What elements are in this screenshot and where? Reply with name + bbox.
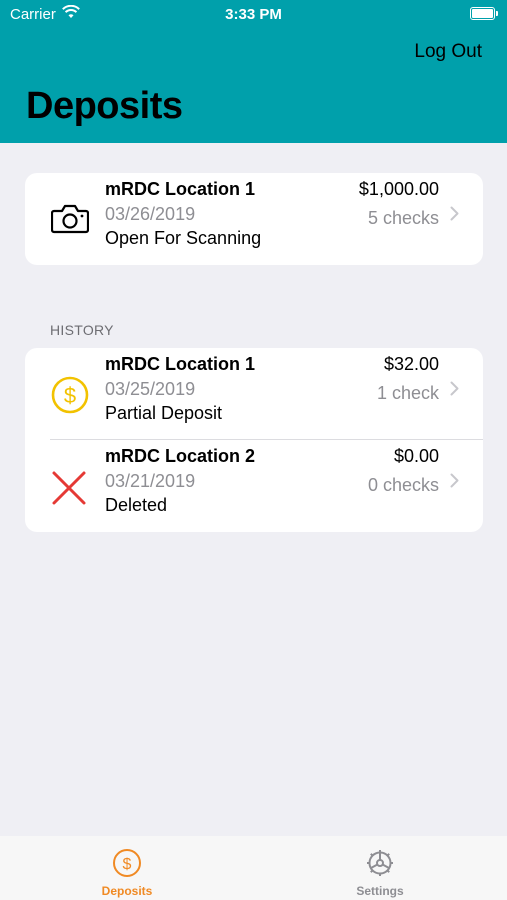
svg-text:$: $ — [64, 383, 76, 408]
deposit-amount: $1,000.00 — [358, 179, 439, 199]
header-bar: Carrier 3:33 PM Log Out Deposits — [0, 0, 507, 143]
deposit-amount: $32.00 — [383, 354, 439, 374]
deposit-date: 03/26/2019 — [105, 204, 196, 224]
check-count: 5 checks — [367, 208, 439, 228]
dollar-circle-icon: $ — [113, 849, 141, 877]
page-title: Deposits — [26, 85, 183, 127]
chevron-right-icon — [450, 473, 459, 488]
history-card: $ mRDC Location 1 03/25/2019 Partial Dep… — [25, 348, 483, 532]
deposit-status: Open For Scanning — [105, 228, 262, 248]
history-row[interactable]: mRDC Location 2 03/21/2019 Deleted $0.00… — [25, 440, 483, 532]
svg-text:$: $ — [123, 856, 132, 873]
check-count: 0 checks — [367, 475, 439, 495]
status-time: 3:33 PM — [225, 6, 282, 23]
deposit-amount: $0.00 — [393, 446, 439, 466]
tab-label: Settings — [356, 884, 404, 898]
chevron-right-icon — [450, 381, 459, 396]
x-mark-icon — [52, 471, 86, 505]
camera-icon — [51, 204, 89, 234]
location-name: mRDC Location 1 — [105, 354, 256, 374]
battery-icon — [470, 7, 498, 20]
current-deposit-card: mRDC Location 1 03/26/2019 Open For Scan… — [25, 173, 483, 265]
current-deposit-row[interactable]: mRDC Location 1 03/26/2019 Open For Scan… — [25, 173, 483, 265]
history-row[interactable]: $ mRDC Location 1 03/25/2019 Partial Dep… — [25, 348, 483, 440]
deposit-date: 03/21/2019 — [105, 471, 196, 491]
location-name: mRDC Location 2 — [105, 446, 256, 466]
tab-settings[interactable]: Settings — [300, 836, 460, 900]
history-section-header: HISTORY — [50, 322, 114, 338]
status-bar: Carrier 3:33 PM — [0, 0, 507, 30]
settings-gear-icon — [367, 850, 393, 876]
tab-bar: $ Deposits Settings — [0, 836, 507, 900]
deposit-status: Partial Deposit — [105, 403, 223, 423]
deposit-status: Deleted — [105, 495, 168, 515]
logout-button[interactable]: Log Out — [414, 41, 482, 63]
dollar-coin-icon: $ — [51, 376, 89, 414]
chevron-right-icon — [450, 206, 459, 221]
check-count: 1 check — [376, 383, 439, 403]
deposit-date: 03/25/2019 — [105, 379, 196, 399]
tab-deposits[interactable]: $ Deposits — [47, 836, 207, 900]
location-name: mRDC Location 1 — [105, 179, 256, 199]
tab-label: Deposits — [101, 884, 153, 898]
